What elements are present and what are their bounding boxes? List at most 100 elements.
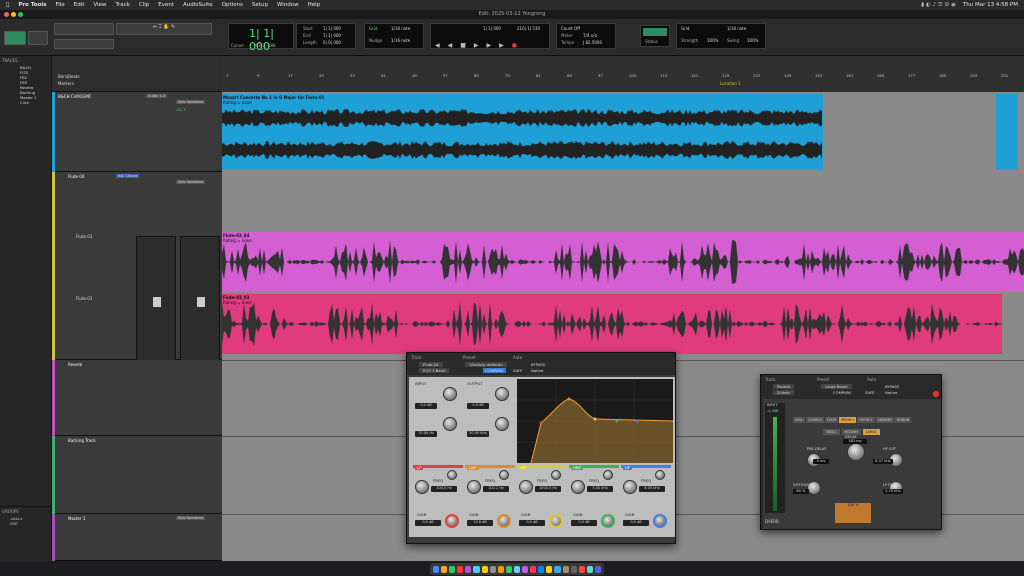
slip-mode-button[interactable] bbox=[28, 31, 48, 45]
play-icon[interactable]: ▶ bbox=[474, 42, 487, 49]
dock-app-icon[interactable] bbox=[554, 565, 561, 573]
shuffle-mode-button[interactable] bbox=[4, 31, 26, 45]
dock-app-icon[interactable] bbox=[433, 565, 440, 573]
stop-icon[interactable]: ■ bbox=[460, 42, 474, 49]
gain-knob[interactable] bbox=[497, 514, 511, 528]
strength-value[interactable]: 100% bbox=[707, 38, 718, 43]
q-knob[interactable] bbox=[499, 470, 509, 480]
band-name[interactable]: LMF bbox=[467, 465, 479, 470]
lpf-knob[interactable] bbox=[495, 417, 509, 431]
preset-select[interactable]: <factory default> bbox=[465, 362, 508, 367]
band-name[interactable]: LF bbox=[415, 465, 424, 470]
subtrack-name[interactable]: Flute.03 bbox=[76, 296, 92, 301]
dock-app-icon[interactable] bbox=[449, 565, 456, 573]
transport-buttons[interactable]: ◀◀■▶▶▶● bbox=[435, 42, 525, 49]
track-header-bch[interactable]: B&CH CnM1GMF In-Bln 1-2 Solo Speakers -2… bbox=[52, 92, 222, 172]
hpf-knob[interactable] bbox=[443, 417, 457, 431]
track-select[interactable]: Reverb bbox=[773, 384, 795, 389]
q-knob[interactable] bbox=[551, 470, 561, 480]
band-name[interactable]: MF bbox=[519, 465, 529, 470]
eq3-plugin-window[interactable]: Track Preset Auto Flute.04 <factory defa… bbox=[406, 352, 676, 544]
algo-button[interactable]: CHURCH bbox=[806, 417, 824, 423]
dock-app-icon[interactable] bbox=[505, 565, 512, 573]
menu-clip[interactable]: Clip bbox=[139, 2, 149, 8]
diffusion-value[interactable]: 80 % bbox=[793, 489, 809, 494]
freq-value[interactable]: 102.2 Hz bbox=[483, 486, 509, 492]
channel-fader-strip[interactable] bbox=[136, 236, 176, 362]
edit-tools[interactable]: ⇔ ⌶ ✋ ✎ bbox=[116, 23, 212, 35]
eq-graph[interactable] bbox=[517, 379, 673, 463]
track-output[interactable]: Solo Speakers bbox=[176, 100, 206, 104]
freq-knob[interactable] bbox=[415, 480, 429, 494]
menu-window[interactable]: Window bbox=[277, 2, 299, 8]
dock-app-icon[interactable] bbox=[530, 565, 537, 573]
zoom-buttons[interactable] bbox=[54, 23, 114, 35]
bars-ruler[interactable]: 1 9 17 25 33 41 49 57 65 73 81 89 97 105 113 121 129 137 1… bbox=[222, 73, 1024, 81]
q-knob[interactable] bbox=[447, 470, 457, 480]
eq-band-hf[interactable]: HF FREQ 6.00 kHz GAIN 0.0 dB bbox=[621, 465, 671, 535]
insert-select[interactable]: D-Verb bbox=[773, 390, 794, 395]
track-name[interactable]: Backing Track bbox=[68, 438, 96, 443]
rewind-icon[interactable]: ◀◀ bbox=[435, 42, 460, 49]
grid-value[interactable]: 1/16 note bbox=[391, 26, 410, 31]
gain-value[interactable]: 0.0 dB bbox=[623, 520, 649, 526]
tempo-meter[interactable]: Count Off Meter 7/4 n/a Tempo J 82.5000 bbox=[556, 23, 616, 49]
apple-icon[interactable]:  bbox=[6, 2, 9, 8]
dock-app-icon[interactable] bbox=[441, 565, 448, 573]
freq-value[interactable]: 6.00 kHz bbox=[639, 486, 665, 492]
compare-button[interactable]: COMPARE bbox=[833, 390, 852, 395]
transport-end[interactable]: 216| 1| 530 bbox=[517, 26, 540, 31]
algo-button[interactable]: NONLIN bbox=[894, 417, 912, 423]
status-icons[interactable]: ▮ ◐ ♪ ☰ ⚙ ◉ bbox=[921, 2, 956, 8]
dock-app-icon[interactable] bbox=[538, 565, 545, 573]
track-header-flute[interactable]: Flute.04 IN2 T-Band Solo Speakers Flute.… bbox=[52, 172, 222, 362]
insert-select[interactable]: EQ3 7-Band bbox=[419, 368, 450, 373]
algo-button[interactable]: ROOM 2 bbox=[857, 417, 875, 423]
input-value[interactable]: 0.0 dB bbox=[415, 403, 437, 409]
eq-band-mf[interactable]: MF FREQ 1000.0 Hz GAIN 0.0 dB bbox=[517, 465, 567, 535]
trim-tool-icon[interactable]: ⇔ bbox=[153, 24, 157, 30]
zoom-window-button[interactable] bbox=[18, 12, 23, 17]
output-knob[interactable] bbox=[495, 387, 509, 401]
track-output[interactable]: Solo Speakers bbox=[176, 516, 206, 520]
q-knob[interactable] bbox=[655, 470, 665, 480]
freq-knob[interactable] bbox=[467, 480, 481, 494]
size-button[interactable]: LARGE bbox=[862, 429, 880, 435]
dock-app-icon[interactable] bbox=[497, 565, 504, 573]
mix-display[interactable]: 100 % bbox=[835, 503, 871, 523]
grid-nudge[interactable]: Grid 1/16 note Nudge 1/16 note bbox=[364, 23, 424, 49]
freq-knob[interactable] bbox=[519, 480, 533, 494]
clip-flute-03-04[interactable]: Flute-03_04 Rating = none bbox=[222, 232, 1024, 292]
menu-setup[interactable]: Setup bbox=[252, 2, 268, 8]
hpf-freq-value[interactable]: 70.00 Hz bbox=[415, 431, 437, 437]
q-knob[interactable] bbox=[603, 470, 613, 480]
grid-strength[interactable]: Grid 1/16 note Strength 100% Swing 100% bbox=[676, 23, 766, 49]
input-knob[interactable] bbox=[443, 387, 457, 401]
track-volume[interactable]: -21.7 bbox=[176, 108, 185, 112]
freq-knob[interactable] bbox=[571, 480, 585, 494]
main-counter[interactable]: 1| 1| 000 Cursor 93| 2| 588 bbox=[228, 23, 294, 53]
start-value[interactable]: 1| 1| 000 bbox=[323, 26, 341, 31]
decay-value[interactable]: 583 ms bbox=[843, 439, 867, 444]
transport-start[interactable]: 1| 1| 000 bbox=[483, 26, 501, 31]
eq-band-lmf[interactable]: LMF FREQ 102.2 Hz GAIN 10.6 dB bbox=[465, 465, 515, 535]
grabber-tool-icon[interactable]: ✋ bbox=[163, 24, 169, 30]
lpf-freq-value[interactable]: 20.00 kHz bbox=[467, 431, 489, 437]
algo-button[interactable]: HALL bbox=[793, 417, 806, 423]
transport[interactable]: 1| 1| 000 216| 1| 530 ◀◀■▶▶▶● bbox=[430, 23, 550, 49]
track-name[interactable]: Reverb bbox=[68, 362, 82, 367]
fader-cap[interactable] bbox=[197, 297, 205, 307]
track-header-reverb[interactable]: Reverb bbox=[52, 360, 222, 436]
channel-fader-strip[interactable] bbox=[180, 236, 220, 362]
tempo-value[interactable]: J 82.5000 bbox=[583, 40, 602, 45]
close-window-button[interactable] bbox=[4, 12, 9, 17]
zoom-presets[interactable] bbox=[54, 39, 114, 49]
forward-icon[interactable]: ▶▶ bbox=[487, 42, 512, 49]
menu-audiosuite[interactable]: AudioSuite bbox=[183, 2, 213, 8]
menu-file[interactable]: File bbox=[56, 2, 65, 8]
end-value[interactable]: 1| 1| 000 bbox=[323, 33, 341, 38]
track-input[interactable]: IN2 T-Band bbox=[116, 174, 140, 178]
clip-mozart-2[interactable] bbox=[996, 94, 1018, 170]
hfcut-value[interactable]: 8.47 kHz bbox=[873, 459, 893, 464]
bypass-button[interactable]: BYPASS bbox=[531, 362, 545, 367]
